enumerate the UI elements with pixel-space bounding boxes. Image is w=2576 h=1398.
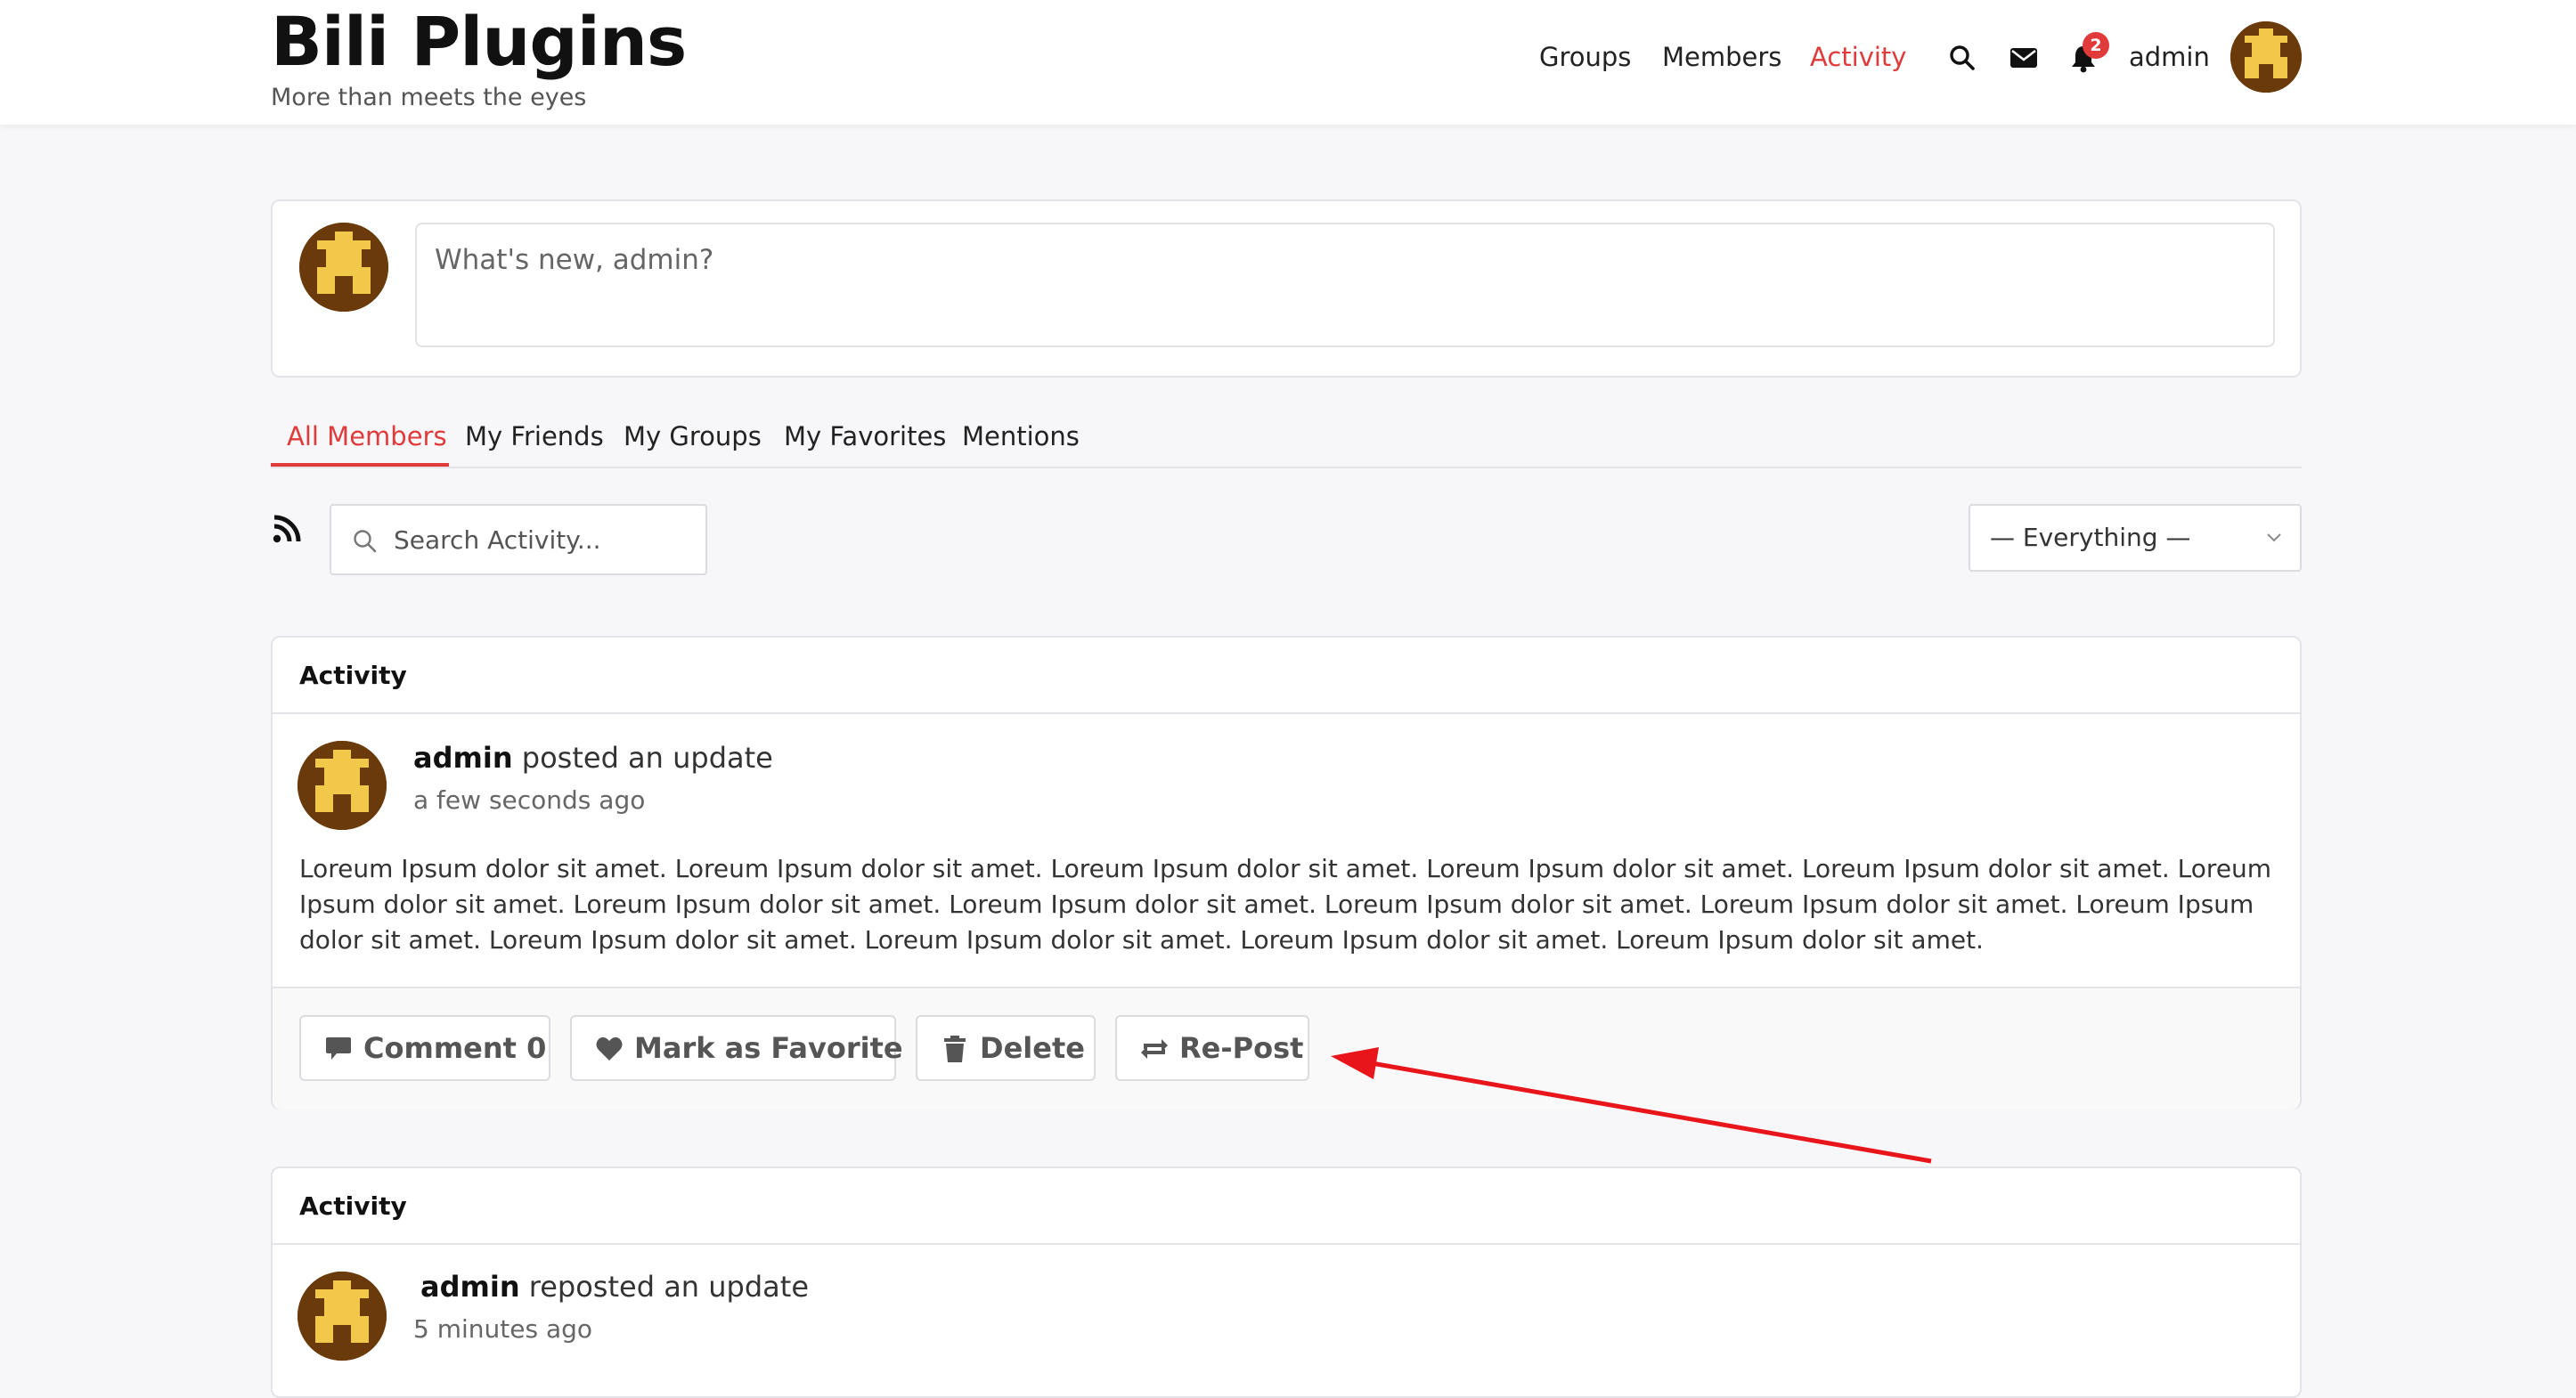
annotation-arrow [1331,1047,1932,1164]
